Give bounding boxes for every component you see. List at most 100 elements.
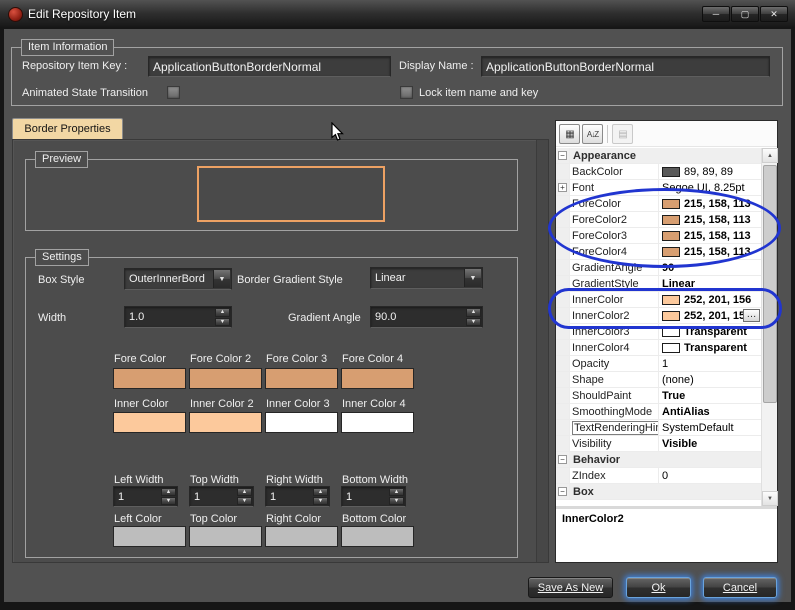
left-width-stepper[interactable]: 1 ▲ ▼ (113, 486, 178, 507)
save-as-new-button[interactable]: Save As New (528, 577, 613, 598)
lock-item-label: Lock item name and key (419, 87, 539, 99)
spin-down-icon[interactable]: ▼ (466, 317, 481, 326)
alphabetical-sort-button[interactable]: A↓Z (582, 124, 603, 144)
bottom-width-value: 1 (346, 490, 353, 503)
color-swatch (662, 230, 680, 241)
left-width-value: 1 (118, 490, 125, 503)
right-color-swatch[interactable] (265, 526, 338, 547)
repository-item-key-input[interactable] (148, 56, 391, 77)
property-grid: ▦ A↓Z ▤ − Appearance BackColor 89, 89, 8… (555, 120, 778, 563)
maximize-button[interactable]: ▢ (731, 6, 759, 22)
inner-color-3-label: Inner Color 3 (266, 398, 330, 410)
spin-up-icon[interactable]: ▲ (389, 488, 404, 496)
ellipsis-button[interactable]: … (743, 309, 760, 322)
border-gradient-style-combobox[interactable]: Linear ▼ (370, 267, 483, 289)
inner-color-3-swatch[interactable] (265, 412, 338, 433)
category-row-appearance[interactable]: − Appearance (556, 148, 761, 164)
color-swatch (662, 342, 680, 353)
property-row-textrenderinghint[interactable]: TextRenderingHint SystemDefault (556, 420, 761, 436)
collapse-icon[interactable]: − (558, 455, 567, 464)
right-width-label: Right Width (266, 474, 323, 486)
property-row-zindex[interactable]: ZIndex 0 (556, 468, 761, 484)
left-color-swatch[interactable] (113, 526, 186, 547)
property-row-innercolor4[interactable]: InnerColor4 Transparent (556, 340, 761, 356)
property-row-forecolor2[interactable]: ForeColor2 215, 158, 113 (556, 212, 761, 228)
spin-up-icon[interactable]: ▲ (215, 308, 230, 317)
fore-color-swatch[interactable] (113, 368, 186, 389)
property-row-smoothingmode[interactable]: SmoothingMode AntiAlias (556, 404, 761, 420)
spin-up-icon[interactable]: ▲ (237, 488, 252, 496)
collapse-icon[interactable]: − (558, 487, 567, 496)
category-row-box[interactable]: − Box (556, 484, 761, 500)
spin-up-icon[interactable]: ▲ (161, 488, 176, 496)
expand-icon[interactable]: + (558, 183, 567, 192)
property-row-forecolor[interactable]: ForeColor 215, 158, 113 (556, 196, 761, 212)
property-row-forecolor3[interactable]: ForeColor3 215, 158, 113 (556, 228, 761, 244)
box-style-combobox[interactable]: OuterInnerBord ▼ (124, 268, 232, 290)
property-row-gradientstyle[interactable]: GradientStyle Linear (556, 276, 761, 292)
selected-property-name: InnerColor2 (562, 513, 624, 525)
chevron-down-icon[interactable]: ▼ (213, 270, 230, 288)
property-row-backcolor[interactable]: BackColor 89, 89, 89 (556, 164, 761, 180)
fore-color-2-swatch[interactable] (189, 368, 262, 389)
scroll-down-icon[interactable]: ▼ (762, 491, 778, 506)
property-row-forecolor4[interactable]: ForeColor4 215, 158, 113 (556, 244, 761, 260)
spin-up-icon[interactable]: ▲ (313, 488, 328, 496)
fore-color-4-swatch[interactable] (341, 368, 414, 389)
close-button[interactable]: ✕ (760, 6, 788, 22)
item-information-group-label: Item Information (21, 39, 115, 56)
left-width-label: Left Width (114, 474, 164, 486)
fore-color-3-swatch[interactable] (265, 368, 338, 389)
property-row-shape[interactable]: Shape (none) (556, 372, 761, 388)
property-row-gradientangle[interactable]: GradientAngle 90 (556, 260, 761, 276)
display-name-input[interactable] (481, 56, 770, 77)
right-width-stepper[interactable]: 1 ▲ ▼ (265, 486, 330, 507)
cancel-button[interactable]: Cancel (703, 577, 777, 598)
property-row-shouldpaint[interactable]: ShouldPaint True (556, 388, 761, 404)
property-row-innercolor3[interactable]: InnerColor3 Transparent (556, 324, 761, 340)
scrollbar-thumb[interactable] (763, 165, 777, 403)
color-swatch (662, 294, 680, 305)
bottom-color-swatch[interactable] (341, 526, 414, 547)
chevron-down-icon[interactable]: ▼ (464, 269, 481, 287)
property-row-innercolor2-selected[interactable]: InnerColor2 252, 201, 156… (556, 308, 761, 324)
display-name-label: Display Name : (399, 60, 474, 72)
property-row-visibility[interactable]: Visibility Visible (556, 436, 761, 452)
lock-item-checkbox[interactable] (400, 86, 413, 99)
spin-down-icon[interactable]: ▼ (313, 497, 328, 505)
collapse-icon[interactable]: − (558, 151, 567, 160)
spin-up-icon[interactable]: ▲ (466, 308, 481, 317)
categorized-button[interactable]: ▦ (559, 124, 580, 144)
top-width-label: Top Width (190, 474, 239, 486)
property-row-font[interactable]: + Font Segoe UI, 8.25pt (556, 180, 761, 196)
bottom-color-label: Bottom Color (342, 513, 407, 525)
spin-down-icon[interactable]: ▼ (161, 497, 176, 505)
minimize-button[interactable]: ─ (702, 6, 730, 22)
border-preview (197, 166, 385, 222)
inner-color-swatch[interactable] (113, 412, 186, 433)
category-row-behavior[interactable]: − Behavior (556, 452, 761, 468)
top-color-swatch[interactable] (189, 526, 262, 547)
box-style-value: OuterInnerBord (129, 273, 205, 285)
tab-border-properties[interactable]: Border Properties (12, 118, 123, 139)
inner-color-2-swatch[interactable] (189, 412, 262, 433)
property-row-opacity[interactable]: Opacity 1 (556, 356, 761, 372)
inner-color-4-swatch[interactable] (341, 412, 414, 433)
scroll-up-icon[interactable]: ▲ (762, 148, 778, 163)
bottom-width-stepper[interactable]: 1 ▲ ▼ (341, 486, 406, 507)
ok-button[interactable]: Ok (626, 577, 691, 598)
property-grid-scrollbar[interactable]: ▲ ▼ (761, 148, 778, 506)
spin-down-icon[interactable]: ▼ (215, 317, 230, 326)
property-row-innercolor[interactable]: InnerColor 252, 201, 156 (556, 292, 761, 308)
title-bar: Edit Repository Item ─ ▢ ✕ (0, 0, 795, 29)
top-width-stepper[interactable]: 1 ▲ ▼ (189, 486, 254, 507)
window-title: Edit Repository Item (28, 7, 137, 21)
width-stepper[interactable]: 1.0 ▲ ▼ (124, 306, 232, 328)
animated-state-transition-checkbox[interactable] (167, 86, 180, 99)
spin-down-icon[interactable]: ▼ (237, 497, 252, 505)
gradient-angle-stepper[interactable]: 90.0 ▲ ▼ (370, 306, 483, 328)
panel-scrollbar-track[interactable] (536, 140, 548, 562)
fore-color-4-label: Fore Color 4 (342, 353, 404, 365)
spin-down-icon[interactable]: ▼ (389, 497, 404, 505)
inner-color-4-label: Inner Color 4 (342, 398, 406, 410)
